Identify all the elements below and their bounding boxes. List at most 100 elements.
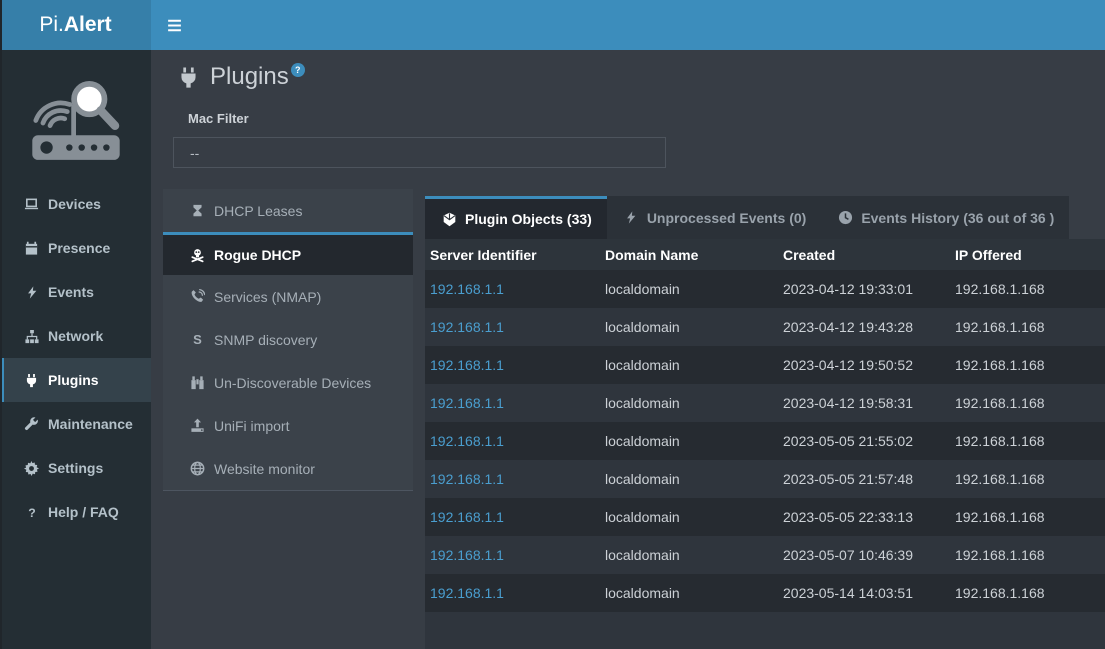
plugin-item-rogue-dhcp[interactable]: Rogue DHCP: [163, 232, 413, 275]
sidebar-menu: Devices Presence Events Network Plugins: [0, 182, 151, 534]
ip-offered-cell: 192.168.1.168: [950, 422, 1105, 460]
plugin-item-website-monitor[interactable]: Website monitor: [163, 447, 413, 490]
column-header: Domain Name: [600, 239, 778, 270]
domain-name-cell: localdomain: [600, 574, 778, 612]
sitemap-icon: [22, 328, 41, 344]
ip-offered-cell: 192.168.1.168: [950, 498, 1105, 536]
created-cell: 2023-04-12 19:33:01: [778, 270, 950, 308]
plugin-item-services-nmap[interactable]: Services (NMAP): [163, 275, 413, 318]
sidebar-item-maintenance[interactable]: Maintenance: [0, 402, 151, 446]
tab-label: Plugin Objects (33): [465, 211, 592, 227]
bolt-icon: [22, 284, 41, 300]
plugin-item-label: Un-Discoverable Devices: [214, 375, 371, 391]
sidebar-item-label: Devices: [48, 196, 101, 212]
table-row: 192.168.1.1 localdomain 2023-04-12 19:58…: [425, 384, 1105, 422]
domain-name-cell: localdomain: [600, 384, 778, 422]
server-identifier-link[interactable]: 192.168.1.1: [430, 281, 504, 297]
tab-unprocessed-events[interactable]: Unprocessed Events (0): [607, 196, 822, 239]
sidebar-item-settings[interactable]: Settings: [0, 446, 151, 490]
server-identifier-link[interactable]: 192.168.1.1: [430, 319, 504, 335]
table-row: 192.168.1.1 localdomain 2023-05-05 21:55…: [425, 422, 1105, 460]
plugin-item-snmp-discovery[interactable]: S SNMP discovery: [163, 318, 413, 361]
pialert-logo: [0, 50, 151, 182]
sidebar-item-label: Maintenance: [48, 416, 133, 432]
table-row: 192.168.1.1 localdomain 2023-05-05 22:33…: [425, 498, 1105, 536]
top-navbar: Pi.Alert: [0, 0, 1105, 50]
brand-prefix: Pi.: [39, 13, 64, 37]
sidebar-item-label: Settings: [48, 460, 103, 476]
wrench-icon: [22, 416, 41, 432]
ip-offered-cell: 192.168.1.168: [950, 460, 1105, 498]
tab-plugin-objects[interactable]: Plugin Objects (33): [425, 196, 607, 239]
server-identifier-link[interactable]: 192.168.1.1: [430, 433, 504, 449]
plugin-item-label: Rogue DHCP: [214, 247, 301, 263]
domain-name-cell: localdomain: [600, 536, 778, 574]
sidebar-item-label: Events: [48, 284, 94, 300]
help-badge[interactable]: ?: [291, 63, 305, 77]
created-cell: 2023-05-07 10:46:39: [778, 536, 950, 574]
table-row: 192.168.1.1 localdomain 2023-04-12 19:43…: [425, 308, 1105, 346]
server-identifier-link[interactable]: 192.168.1.1: [430, 547, 504, 563]
plugin-item-dhcp-leases[interactable]: DHCP Leases: [163, 189, 413, 232]
plugin-item-label: UniFi import: [214, 418, 289, 434]
svg-text:S: S: [193, 332, 202, 347]
sidebar-item-label: Help / FAQ: [48, 504, 119, 520]
plugin-item-unifi-import[interactable]: UniFi import: [163, 404, 413, 447]
table-row: 192.168.1.1 localdomain 2023-05-14 14:03…: [425, 574, 1105, 612]
sidebar-item-presence[interactable]: Presence: [0, 226, 151, 270]
sidebar-item-devices[interactable]: Devices: [0, 182, 151, 226]
laptop-icon: [22, 196, 41, 212]
server-identifier-link[interactable]: 192.168.1.1: [430, 395, 504, 411]
table-header-row: Server Identifier Domain Name Created IP…: [425, 239, 1105, 270]
plug-icon: [173, 63, 203, 91]
plug-icon: [22, 372, 41, 388]
server-identifier-link[interactable]: 192.168.1.1: [430, 509, 504, 525]
domain-name-cell: localdomain: [600, 460, 778, 498]
svg-text:?: ?: [28, 505, 35, 519]
sidebar: Devices Presence Events Network Plugins: [0, 50, 151, 649]
upload-icon: [188, 418, 207, 434]
domain-name-cell: localdomain: [600, 498, 778, 536]
sidebar-item-label: Plugins: [48, 372, 99, 388]
tab-label: Events History (36 out of 36 ): [861, 210, 1054, 226]
phone-signal-icon: [188, 289, 207, 305]
ip-offered-cell: 192.168.1.168: [950, 346, 1105, 384]
sidebar-toggle-button[interactable]: [151, 0, 197, 50]
mac-filter-input[interactable]: [173, 137, 666, 168]
column-header: IP Offered: [950, 239, 1105, 270]
sidebar-item-events[interactable]: Events: [0, 270, 151, 314]
sidebar-item-help[interactable]: ? Help / FAQ: [0, 490, 151, 534]
main-content: Plugins ? Mac Filter DHCP Leases Rogue D…: [151, 50, 1105, 649]
plugin-objects-table: Server Identifier Domain Name Created IP…: [425, 239, 1105, 612]
clock-icon: [836, 210, 855, 226]
hourglass-icon: [188, 203, 207, 219]
plugin-item-undiscoverable-devices[interactable]: Un-Discoverable Devices: [163, 361, 413, 404]
tab-bar: Plugin Objects (33) Unprocessed Events (…: [425, 196, 1105, 239]
plugin-item-label: Website monitor: [214, 461, 315, 477]
plugin-objects-table-wrap: Server Identifier Domain Name Created IP…: [425, 239, 1105, 649]
globe-icon: [188, 461, 207, 477]
table-row: 192.168.1.1 localdomain 2023-05-07 10:46…: [425, 536, 1105, 574]
created-cell: 2023-05-05 21:55:02: [778, 422, 950, 460]
domain-name-cell: localdomain: [600, 422, 778, 460]
gear-icon: [22, 460, 41, 476]
page-title: Plugins: [210, 63, 289, 91]
brand[interactable]: Pi.Alert: [0, 0, 151, 50]
tab-label: Unprocessed Events (0): [647, 210, 807, 226]
skull-crossbones-icon: [188, 247, 207, 263]
ip-offered-cell: 192.168.1.168: [950, 270, 1105, 308]
question-icon: ?: [22, 504, 41, 520]
domain-name-cell: localdomain: [600, 308, 778, 346]
tab-events-history[interactable]: Events History (36 out of 36 ): [821, 196, 1069, 239]
plugins-layout: DHCP Leases Rogue DHCP Services (NMAP) S…: [163, 189, 1105, 649]
sidebar-item-network[interactable]: Network: [0, 314, 151, 358]
ip-offered-cell: 192.168.1.168: [950, 536, 1105, 574]
created-cell: 2023-05-05 21:57:48: [778, 460, 950, 498]
plugin-list: DHCP Leases Rogue DHCP Services (NMAP) S…: [163, 189, 413, 491]
table-body: 192.168.1.1 localdomain 2023-04-12 19:33…: [425, 270, 1105, 612]
server-identifier-link[interactable]: 192.168.1.1: [430, 471, 504, 487]
server-identifier-link[interactable]: 192.168.1.1: [430, 585, 504, 601]
sidebar-item-plugins[interactable]: Plugins: [0, 358, 151, 402]
ip-offered-cell: 192.168.1.168: [950, 574, 1105, 612]
server-identifier-link[interactable]: 192.168.1.1: [430, 357, 504, 373]
